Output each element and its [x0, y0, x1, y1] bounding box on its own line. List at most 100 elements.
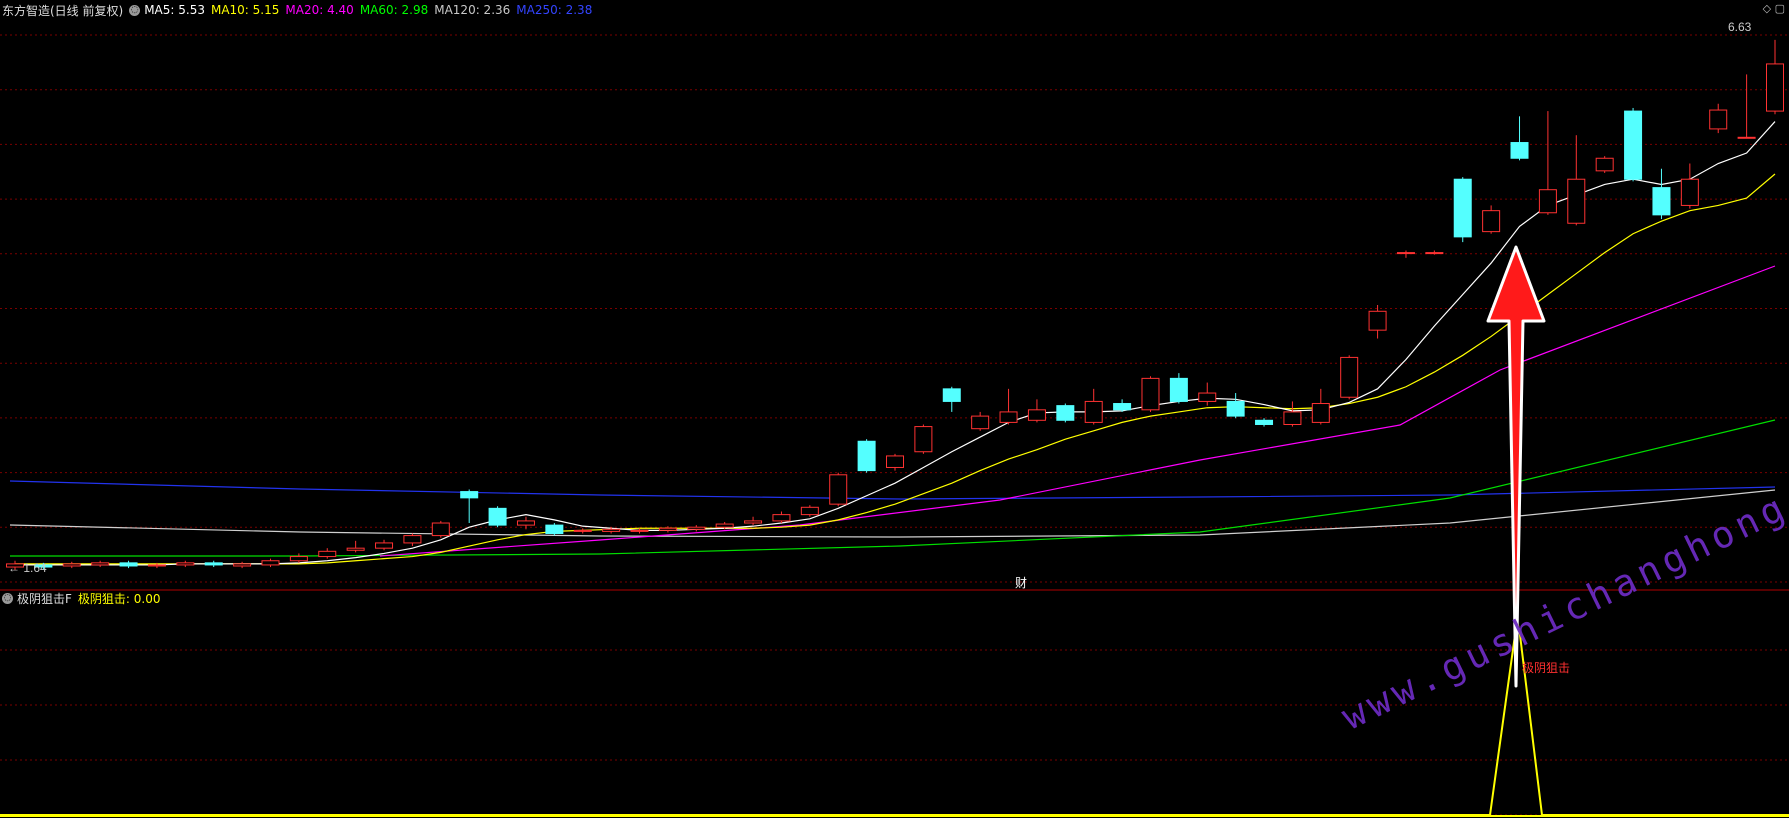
price-max-label: 6.63 [1728, 20, 1752, 34]
candle-body-up [715, 523, 734, 528]
window-controls[interactable]: ◇ ▢ [1763, 2, 1785, 15]
candle-body-up [1141, 377, 1160, 411]
candle [261, 558, 280, 568]
candle-body-up [658, 527, 677, 531]
candle-body-up [602, 528, 621, 532]
candle-body-down [1624, 110, 1643, 180]
candle [1482, 205, 1501, 234]
candle-body-down [1056, 405, 1075, 421]
candle [1510, 116, 1529, 161]
candle-body-down [545, 524, 564, 534]
candle [1340, 355, 1359, 400]
candle-body-up [261, 560, 280, 566]
candle [119, 560, 138, 569]
candle [1141, 376, 1160, 412]
candle-body-up [687, 526, 706, 530]
candle [1595, 156, 1614, 173]
candle-body-up [1340, 356, 1359, 398]
candle [1737, 74, 1756, 139]
ma60-label: MA60: 2.98 [359, 3, 429, 17]
candle-body-up [1368, 310, 1387, 331]
candle [857, 439, 876, 473]
candle-body-up [1311, 403, 1330, 423]
candle-body-up [1595, 157, 1614, 172]
candle [318, 548, 337, 559]
settings-circle-icon[interactable]: ◌ [129, 4, 141, 16]
candle-body-up [1027, 409, 1046, 421]
candle-body-down [204, 562, 223, 566]
candle [545, 523, 564, 536]
candle-body-up [176, 562, 195, 566]
candle [1113, 399, 1132, 412]
candle [1766, 39, 1784, 115]
candle-body-up [1084, 400, 1103, 423]
candle-body-up [1396, 252, 1415, 255]
candle [744, 516, 763, 526]
candle-body-up [1198, 392, 1217, 402]
main-chart-header: 东方智造(日线 前复权) ◌ MA5: 5.53 MA10: 5.15 MA20… [2, 0, 598, 20]
candle-body-down [119, 562, 138, 567]
candle [999, 388, 1018, 425]
candle [1255, 418, 1274, 427]
candle-body-down [460, 491, 479, 499]
candle-body-down [857, 440, 876, 472]
candle-body-up [431, 522, 450, 537]
candle [91, 560, 110, 568]
candle [687, 525, 706, 532]
candle [1624, 107, 1643, 182]
candle [289, 553, 308, 563]
candle-body-down [1255, 419, 1274, 425]
candle [886, 453, 904, 471]
candle-body-down [1453, 178, 1472, 238]
candle [1567, 135, 1586, 226]
candle [1453, 177, 1472, 243]
ma5-label: MA5: 5.53 [144, 3, 205, 17]
candle [346, 540, 365, 553]
candle [942, 386, 961, 412]
candle-body-down [1113, 403, 1132, 411]
candle [1169, 373, 1188, 404]
candle-body-up [829, 474, 848, 505]
ma250-label: MA250: 2.38 [516, 3, 593, 17]
candle [971, 411, 990, 431]
candle-body-up [1766, 63, 1784, 112]
candle [1368, 305, 1387, 339]
candle [204, 560, 223, 568]
indicator-header: ◌ 极阴狙击F 极阴狙击: 0.00 [2, 588, 166, 608]
candle [431, 520, 450, 538]
candle [488, 506, 507, 528]
candle-body-down [942, 388, 961, 402]
candle [573, 528, 592, 534]
candle [1425, 250, 1444, 255]
indicator-name: 极阴狙击F [17, 591, 72, 606]
candle-body-up [516, 520, 535, 526]
candle-body-up [914, 426, 933, 453]
ma20-line [379, 265, 1776, 557]
ma120-label: MA120: 2.36 [434, 3, 511, 17]
candle-body-up [62, 563, 81, 567]
candle [233, 561, 252, 569]
candle-body-up [346, 547, 365, 551]
candle-body-up [1737, 136, 1756, 139]
candle-body-up [1680, 178, 1699, 206]
candle-body-up [318, 550, 337, 558]
price-min-label: ← 1.64 [8, 561, 47, 575]
candle-body-down [1510, 142, 1529, 159]
candle [1311, 388, 1330, 425]
stock-title: 东方智造(日线 前复权) [2, 3, 124, 18]
candle [914, 424, 933, 454]
candle [403, 533, 422, 547]
candle-body-up [1538, 189, 1557, 214]
candle [1538, 111, 1557, 215]
candle [460, 489, 479, 524]
candle-body-up [289, 556, 308, 562]
candle-body-down [488, 507, 507, 526]
candle-body-up [147, 564, 166, 567]
candle [375, 539, 394, 551]
indicator-circle-icon[interactable]: ◌ [2, 592, 13, 604]
candle [772, 511, 791, 524]
candle-body-up [1709, 109, 1728, 130]
candle [800, 505, 819, 517]
candle-body-up [1425, 252, 1444, 255]
candle [829, 472, 848, 507]
